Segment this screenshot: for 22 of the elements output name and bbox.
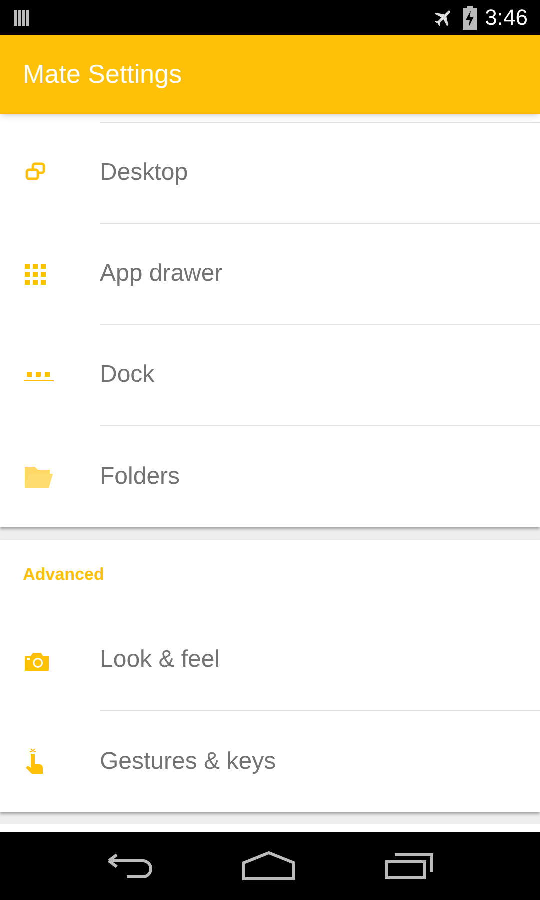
- grid-icon: [24, 262, 48, 286]
- item-label: Gestures & keys: [100, 746, 276, 776]
- item-label: App drawer: [100, 259, 223, 289]
- clock-time: 3:46: [485, 4, 528, 32]
- app-title: Mate Settings: [23, 58, 182, 91]
- settings-item[interactable]: App drawer: [0, 224, 540, 325]
- section-header: Advanced: [23, 564, 104, 586]
- recent-apps-icon[interactable]: [385, 852, 436, 880]
- home-icon[interactable]: [242, 851, 296, 881]
- folder-icon: [24, 464, 54, 488]
- finger-icon: [24, 748, 46, 776]
- item-label: Desktop: [100, 158, 188, 188]
- item-label: Look & feel: [100, 645, 220, 675]
- settings-item[interactable]: Gestures & keys: [0, 711, 540, 812]
- settings-item[interactable]: Folders: [0, 426, 540, 527]
- settings-item[interactable]: Dock: [0, 325, 540, 426]
- battery-icon: [463, 6, 478, 30]
- item-label: Dock: [100, 360, 155, 390]
- item-label: Folders: [100, 462, 180, 492]
- settings-item[interactable]: Desktop: [0, 123, 540, 224]
- settings-item[interactable]: Look & feel: [0, 610, 540, 711]
- signal-bars-icon: [12, 8, 30, 26]
